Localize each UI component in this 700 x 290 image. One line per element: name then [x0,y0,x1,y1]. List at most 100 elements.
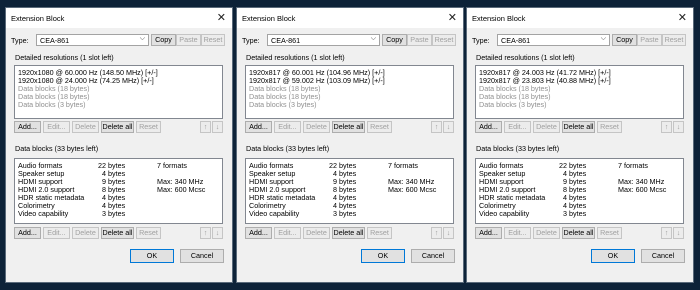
arrow-down-icon[interactable]: ↓ [673,121,684,133]
arrow-down-icon[interactable]: ↓ [443,121,454,133]
block-info: 7 formats [157,161,187,170]
dialog-title: Extension Block [11,14,65,23]
cancel-button[interactable]: Cancel [411,249,455,263]
ok-button[interactable]: OK [591,249,635,263]
title-bar: Extension Block ✕ [6,8,232,28]
type-select[interactable]: CEA-861 ⌵ [497,34,610,46]
ok-button[interactable]: OK [130,249,174,263]
delete-resolution-button[interactable]: Delete [533,121,560,133]
resolution-item[interactable]: Data blocks (3 bytes) [479,101,547,109]
reset-type-button[interactable]: Reset [432,34,456,46]
delete-all-resolutions-button[interactable]: Delete all [332,121,365,133]
block-info: 7 formats [618,161,648,170]
arrow-down-icon[interactable]: ↓ [443,227,454,239]
type-select[interactable]: CEA-861 ⌵ [36,34,149,46]
reset-blocks-button[interactable]: Reset [597,227,622,239]
copy-button[interactable]: Copy [151,34,176,46]
arrow-up-icon[interactable]: ↑ [200,227,211,239]
close-icon[interactable]: ✕ [448,11,457,24]
add-resolution-button[interactable]: Add... [14,121,41,133]
arrow-up-icon[interactable]: ↑ [661,227,672,239]
block-name: Video capability [249,209,300,218]
data-blocks-list[interactable]: Audio formats 22 bytes 7 formats Speaker… [14,158,223,224]
reset-resolutions-button[interactable]: Reset [367,121,392,133]
arrow-down-icon[interactable]: ↓ [673,227,684,239]
copy-button[interactable]: Copy [382,34,407,46]
detailed-resolutions-list[interactable]: 1920x817 @ 24.003 Hz (41.72 MHz) [+/-] 1… [475,65,684,119]
edit-block-button[interactable]: Edit... [43,227,70,239]
edit-resolution-button[interactable]: Edit... [504,121,531,133]
reset-resolutions-button[interactable]: Reset [597,121,622,133]
reset-blocks-button[interactable]: Reset [136,227,161,239]
chevron-down-icon: ⌵ [370,35,376,42]
title-bar: Extension Block ✕ [237,8,463,28]
add-resolution-button[interactable]: Add... [245,121,272,133]
data-blocks-list[interactable]: Audio formats 22 bytes 7 formats Speaker… [475,158,684,224]
type-value: CEA-861 [40,36,70,45]
reset-resolutions-button[interactable]: Reset [136,121,161,133]
add-block-button[interactable]: Add... [245,227,272,239]
add-block-button[interactable]: Add... [14,227,41,239]
resolution-item[interactable]: Data blocks (3 bytes) [249,101,317,109]
data-blocks-list[interactable]: Audio formats 22 bytes 7 formats Speaker… [245,158,454,224]
block-info: 7 formats [388,161,418,170]
add-resolution-button[interactable]: Add... [475,121,502,133]
extension-block-dialog-2: Extension Block ✕ Type: CEA-861 ⌵ Copy P… [236,7,464,283]
delete-all-resolutions-button[interactable]: Delete all [562,121,595,133]
type-select[interactable]: CEA-861 ⌵ [267,34,380,46]
paste-button[interactable]: Paste [176,34,201,46]
detailed-resolutions-label: Detailed resolutions (1 slot left) [246,53,345,62]
paste-button[interactable]: Paste [637,34,662,46]
edit-resolution-button[interactable]: Edit... [274,121,301,133]
title-bar: Extension Block ✕ [467,8,693,28]
arrow-down-icon[interactable]: ↓ [212,227,223,239]
arrow-up-icon[interactable]: ↑ [200,121,211,133]
type-label: Type: [242,36,260,45]
add-block-button[interactable]: Add... [475,227,502,239]
delete-all-blocks-button[interactable]: Delete all [101,227,134,239]
close-icon[interactable]: ✕ [217,11,226,24]
detailed-resolutions-list[interactable]: 1920x817 @ 60.001 Hz (104.96 MHz) [+/-] … [245,65,454,119]
block-bytes: 3 bytes [333,209,357,218]
block-bytes: 3 bytes [563,209,587,218]
reset-type-button[interactable]: Reset [662,34,686,46]
arrow-up-icon[interactable]: ↑ [661,121,672,133]
delete-resolution-button[interactable]: Delete [72,121,99,133]
delete-all-blocks-button[interactable]: Delete all [562,227,595,239]
chevron-down-icon: ⌵ [139,35,145,42]
cancel-button[interactable]: Cancel [641,249,685,263]
ok-button[interactable]: OK [361,249,405,263]
delete-block-button[interactable]: Delete [303,227,330,239]
edit-block-button[interactable]: Edit... [274,227,301,239]
edit-block-button[interactable]: Edit... [504,227,531,239]
resolution-item[interactable]: Data blocks (3 bytes) [18,101,86,109]
cancel-button[interactable]: Cancel [180,249,224,263]
delete-resolution-button[interactable]: Delete [303,121,330,133]
delete-block-button[interactable]: Delete [72,227,99,239]
extension-block-dialog-1: Extension Block ✕ Type: CEA-861 ⌵ Copy P… [5,7,233,283]
block-info: Max: 600 Mcsc [618,185,667,194]
detailed-resolutions-label: Detailed resolutions (1 slot left) [476,53,575,62]
copy-button[interactable]: Copy [612,34,637,46]
close-icon[interactable]: ✕ [678,11,687,24]
arrow-down-icon[interactable]: ↓ [212,121,223,133]
block-name: Video capability [479,209,530,218]
paste-button[interactable]: Paste [407,34,432,46]
reset-blocks-button[interactable]: Reset [367,227,392,239]
arrow-up-icon[interactable]: ↑ [431,227,442,239]
extension-block-dialog-3: Extension Block ✕ Type: CEA-861 ⌵ Copy P… [466,7,694,283]
delete-block-button[interactable]: Delete [533,227,560,239]
detailed-resolutions-list[interactable]: 1920x1080 @ 60.000 Hz (148.50 MHz) [+/-]… [14,65,223,119]
dialog-title: Extension Block [242,14,296,23]
block-name: Video capability [18,209,69,218]
detailed-resolutions-label: Detailed resolutions (1 slot left) [15,53,114,62]
edit-resolution-button[interactable]: Edit... [43,121,70,133]
block-bytes: 3 bytes [102,209,126,218]
reset-type-button[interactable]: Reset [201,34,225,46]
type-value: CEA-861 [271,36,301,45]
type-label: Type: [11,36,29,45]
delete-all-blocks-button[interactable]: Delete all [332,227,365,239]
delete-all-resolutions-button[interactable]: Delete all [101,121,134,133]
arrow-up-icon[interactable]: ↑ [431,121,442,133]
block-info: Max: 600 Mcsc [157,185,206,194]
